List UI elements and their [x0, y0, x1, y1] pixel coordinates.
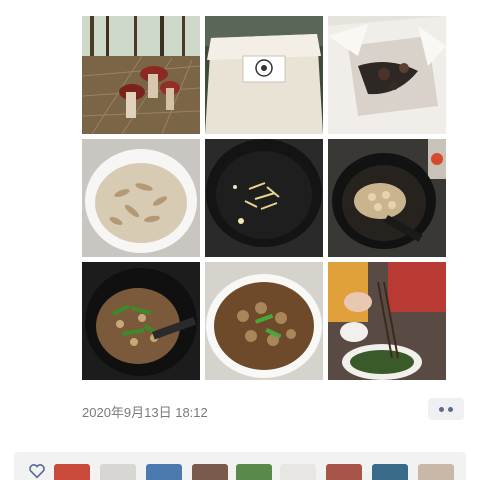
photo-grid: [82, 16, 446, 380]
post-timestamp: 2020年9月13日 18:12: [82, 405, 208, 420]
photo-mushrooms-in-forest[interactable]: [82, 16, 200, 134]
likes-bar: [14, 452, 466, 480]
ellipsis-icon: [439, 406, 444, 412]
avatar[interactable]: [372, 464, 408, 480]
photo-dried-mushrooms-in-paper[interactable]: [328, 16, 446, 134]
avatar[interactable]: [280, 464, 316, 480]
dried-mushrooms-in-paper-image: [328, 16, 446, 134]
eating-with-chopsticks-image: [328, 262, 446, 380]
photo-finished-mushroom-dish[interactable]: [205, 262, 323, 380]
avatar[interactable]: [100, 464, 136, 480]
photo-sliced-mushrooms-in-bowl[interactable]: [82, 139, 200, 257]
photo-mushrooms-frying-in-wok[interactable]: [328, 139, 446, 257]
ginger-in-wok-image: [205, 139, 323, 257]
avatar[interactable]: [54, 464, 90, 480]
photo-mushrooms-with-greens-in-wok[interactable]: [82, 262, 200, 380]
avatar[interactable]: [192, 464, 228, 480]
avatar[interactable]: [236, 464, 272, 480]
ellipsis-icon: [448, 406, 453, 412]
avatar[interactable]: [418, 464, 454, 480]
mushrooms-with-greens-in-wok-image: [82, 262, 200, 380]
avatar[interactable]: [326, 464, 362, 480]
sliced-mushrooms-in-bowl-image: [82, 139, 200, 257]
photo-wrapped-package[interactable]: [205, 16, 323, 134]
mushrooms-in-forest-image: [82, 16, 200, 134]
finished-mushroom-dish-image: [205, 262, 323, 380]
more-actions-button[interactable]: [428, 398, 464, 420]
heart-icon: [29, 464, 45, 479]
photo-eating-with-chopsticks[interactable]: [328, 262, 446, 380]
wrapped-package-image: [205, 16, 323, 134]
avatar[interactable]: [146, 464, 182, 480]
mushrooms-frying-in-wok-image: [328, 139, 446, 257]
photo-ginger-in-wok[interactable]: [205, 139, 323, 257]
